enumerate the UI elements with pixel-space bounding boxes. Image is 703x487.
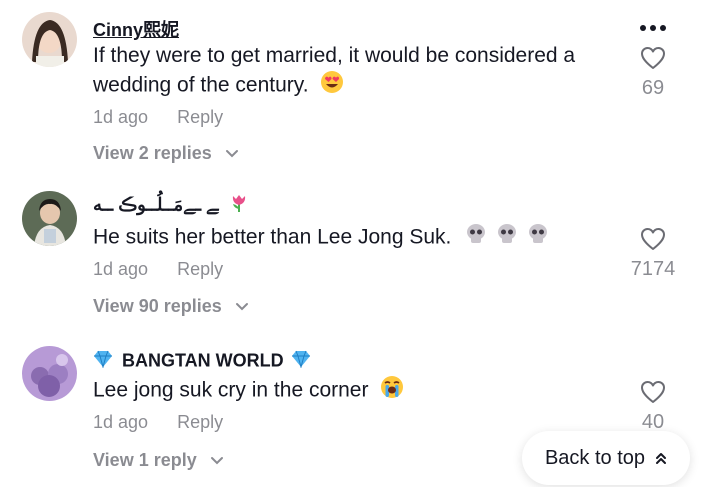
comment-text: He suits her better than Lee Jong Suk.: [93, 222, 623, 254]
username[interactable]: ﮯ ـﮯمَــلُــوڪ ــه: [93, 193, 248, 218]
heart-icon[interactable]: [613, 46, 693, 75]
like-count: 69: [641, 77, 665, 99]
comment-meta: 1d ago Reply: [93, 412, 223, 433]
heart-icon[interactable]: [613, 227, 693, 256]
timestamp: 1d ago: [93, 107, 149, 127]
timestamp: 1d ago: [93, 412, 149, 432]
like-count: 7174: [630, 258, 676, 280]
comment-text: Lee jong suk cry in the corner: [93, 375, 623, 407]
comment-meta: 1d ago Reply: [93, 259, 223, 280]
view-replies-button[interactable]: View 1 reply: [93, 450, 224, 471]
view-replies-button[interactable]: View 90 replies: [93, 296, 249, 317]
comment-meta: 1d ago Reply: [93, 107, 223, 128]
gem-emoji: [93, 350, 113, 373]
avatar[interactable]: [22, 191, 77, 246]
like-area: 40: [613, 380, 693, 434]
chevron-down-icon: [225, 150, 238, 158]
reply-button[interactable]: Reply: [177, 259, 223, 279]
view-replies-button[interactable]: View 2 replies: [93, 143, 239, 164]
back-to-top-button[interactable]: Back to top: [522, 431, 690, 485]
reply-button[interactable]: Reply: [177, 412, 223, 432]
double-chevron-up-icon: [656, 453, 667, 464]
like-area: 69: [613, 46, 693, 100]
chevron-down-icon: [210, 457, 223, 465]
gem-emoji: [291, 350, 311, 373]
username[interactable]: Cinny熙妮: [93, 16, 179, 42]
more-options-icon[interactable]: [637, 18, 669, 38]
heart-eyes-emoji: [320, 70, 344, 102]
chevron-down-icon: [235, 303, 248, 311]
username[interactable]: BANGTAN WORLD: [93, 350, 311, 373]
loudly-crying-emoji: [380, 375, 404, 407]
back-to-top-label: Back to top: [544, 446, 646, 469]
timestamp: 1d ago: [93, 259, 149, 279]
skull-emoji: [465, 222, 551, 254]
like-area: 7174: [613, 227, 693, 281]
comment-text: If they were to get married, it would be…: [93, 42, 623, 102]
tulip-emoji: [230, 193, 248, 218]
avatar[interactable]: [22, 346, 77, 401]
heart-icon[interactable]: [613, 380, 693, 409]
reply-button[interactable]: Reply: [177, 107, 223, 127]
avatar[interactable]: [22, 12, 77, 67]
